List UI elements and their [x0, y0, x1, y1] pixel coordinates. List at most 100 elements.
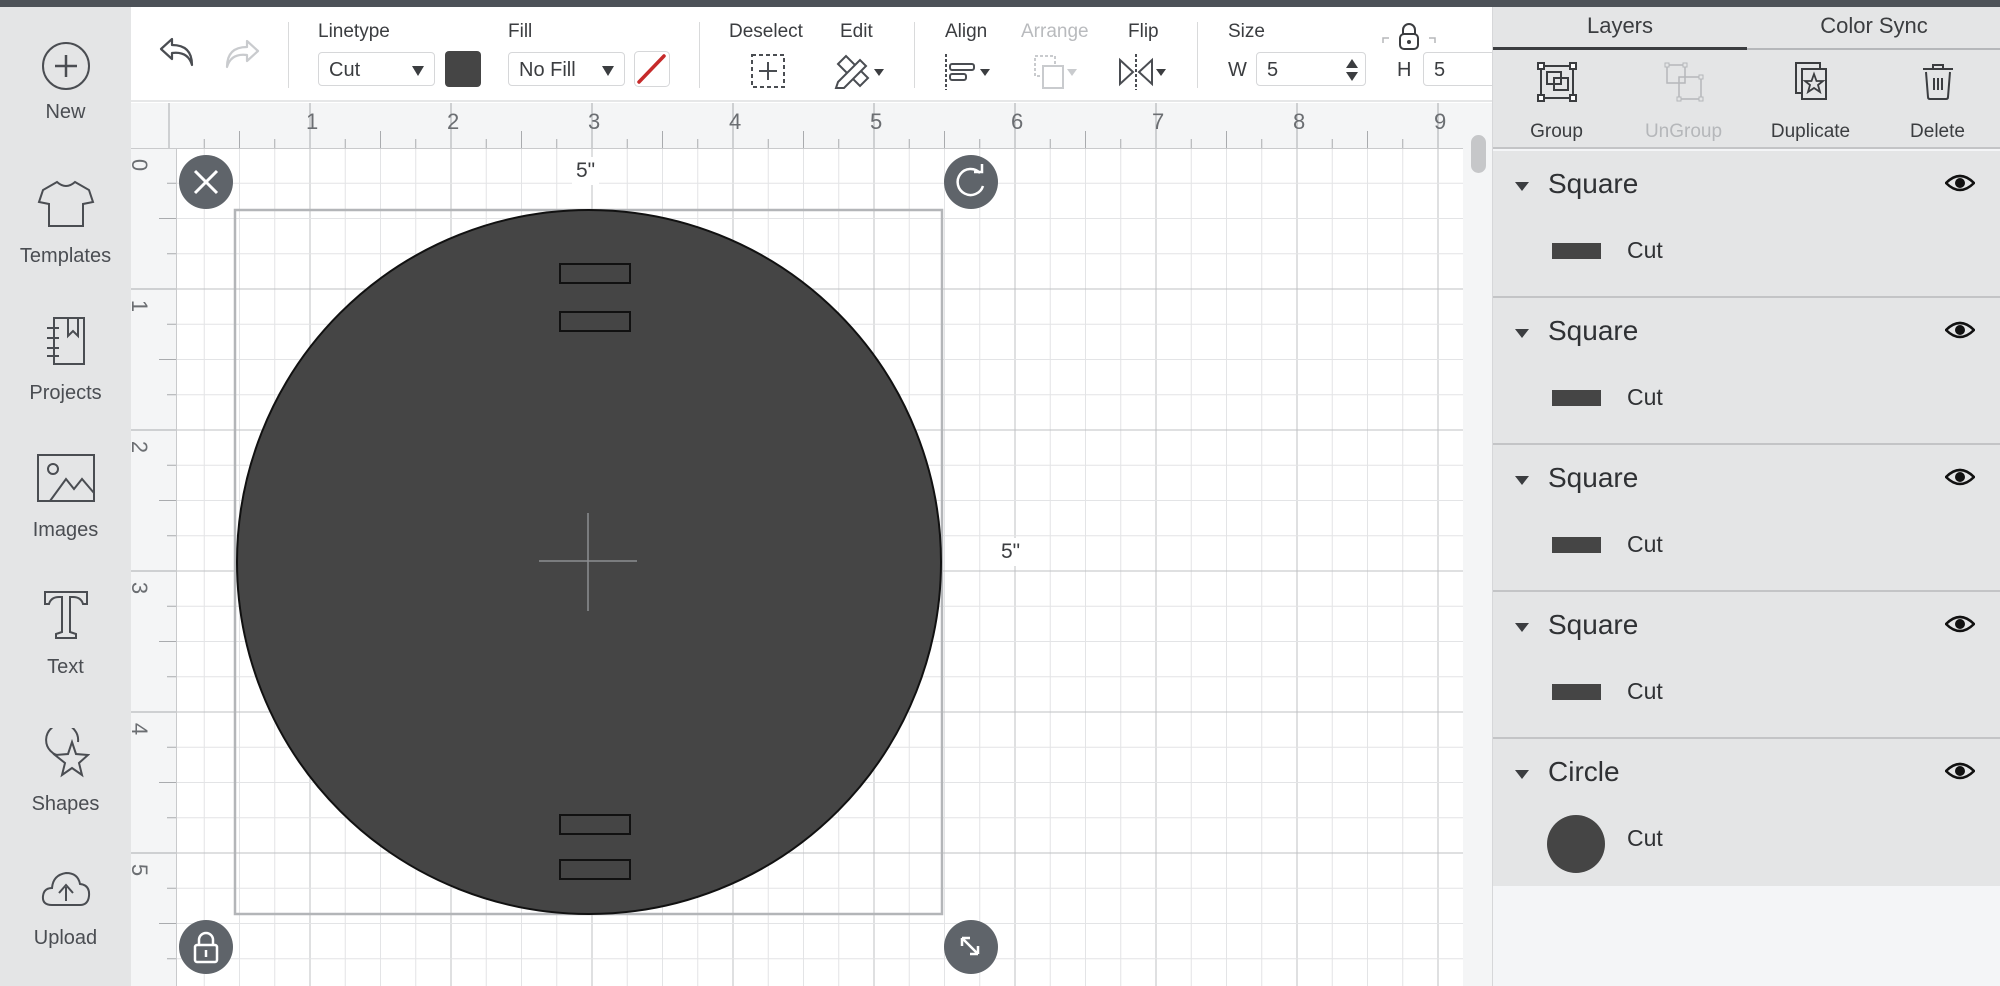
- layer-thumbnail: [1552, 243, 1601, 259]
- sidebar-item-label: Shapes: [31, 793, 100, 815]
- group-button[interactable]: Group: [1493, 57, 1620, 147]
- delete-label: Delete: [1910, 121, 1965, 142]
- layer-item[interactable]: Square Cut: [1493, 445, 2000, 592]
- left-sidebar: New Templates Projects Images Text Shape…: [0, 7, 131, 986]
- eye-icon[interactable]: [1945, 320, 1975, 340]
- sidebar-item-upload[interactable]: Upload: [0, 829, 131, 966]
- eye-icon[interactable]: [1945, 761, 1975, 781]
- chevron-down-icon[interactable]: [1515, 770, 1529, 779]
- sidebar-item-label: New: [45, 101, 86, 123]
- toolbar-divider: [914, 22, 915, 88]
- ruler-tick-label: 0: [131, 159, 152, 171]
- cloud-upload-icon: [41, 871, 90, 906]
- shapes-icon: [44, 728, 90, 778]
- chevron-down-icon: [412, 66, 424, 76]
- edit-ruler-pencil-icon[interactable]: [832, 52, 888, 90]
- redo-icon[interactable]: [221, 37, 261, 71]
- layer-thumbnail: [1552, 537, 1601, 553]
- sidebar-item-label: Projects: [29, 382, 102, 404]
- width-input[interactable]: 5: [1256, 52, 1366, 86]
- canvas-scrollbar-track[interactable]: [1463, 103, 1492, 986]
- width-label: W: [1228, 59, 1247, 81]
- flip-icon[interactable]: [1116, 52, 1172, 92]
- ruler-vertical-ticks: [131, 182, 176, 960]
- flip-label: Flip: [1128, 21, 1159, 42]
- delete-handle[interactable]: [179, 155, 233, 209]
- ruler-tick-label: 6: [1011, 109, 1024, 134]
- tab-label: Color Sync: [1820, 13, 1928, 38]
- duplicate-button[interactable]: Duplicate: [1747, 57, 1874, 147]
- align-left-icon[interactable]: [943, 52, 995, 92]
- eye-icon[interactable]: [1945, 173, 1975, 193]
- canvas-scrollbar-thumb[interactable]: [1471, 135, 1486, 173]
- fill-value: No Fill: [519, 59, 576, 81]
- layer-item[interactable]: Circle Cut: [1493, 739, 2000, 886]
- layers-panel-header: Layers Color Sync Group UnGroup Duplicat…: [1493, 7, 2000, 149]
- layer-item[interactable]: Square Cut: [1493, 298, 2000, 445]
- image-icon: [36, 454, 95, 502]
- delete-button[interactable]: Delete: [1874, 57, 2000, 147]
- undo-icon[interactable]: [158, 35, 198, 69]
- chevron-down-icon[interactable]: [1515, 476, 1529, 485]
- sidebar-item-label: Upload: [33, 927, 98, 949]
- toolbar: Linetype Cut Fill No Fill Deselect Edit …: [131, 7, 1513, 102]
- ruler-tick-label: 3: [588, 109, 601, 134]
- layer-thumbnail: [1547, 815, 1605, 873]
- eye-icon[interactable]: [1945, 614, 1975, 634]
- sidebar-item-shapes[interactable]: Shapes: [0, 692, 131, 829]
- toolbar-divider: [699, 22, 700, 88]
- ungroup-button[interactable]: UnGroup: [1620, 57, 1747, 147]
- no-fill-swatch-icon[interactable]: [634, 51, 670, 87]
- sidebar-item-label: Images: [32, 519, 99, 541]
- layer-item[interactable]: Square Cut: [1493, 151, 2000, 298]
- stepper-icon[interactable]: [1345, 57, 1359, 83]
- eye-icon[interactable]: [1945, 467, 1975, 487]
- fill-label: Fill: [508, 21, 533, 42]
- linetype-select[interactable]: Cut: [318, 52, 435, 86]
- duplicate-label: Duplicate: [1770, 121, 1851, 142]
- layer-type: Cut: [1627, 384, 1663, 410]
- ungroup-icon: [1664, 62, 1703, 102]
- lock-handle[interactable]: [179, 920, 233, 974]
- selection-layer: [233, 208, 944, 916]
- ruler-tick-label: 5: [131, 864, 152, 876]
- circle-shape[interactable]: [236, 209, 942, 915]
- arrange-label: Arrange: [1021, 21, 1089, 42]
- chevron-down-icon[interactable]: [1515, 182, 1529, 191]
- width-dimension-label: 5": [572, 157, 600, 185]
- tab-color-sync[interactable]: Color Sync: [1747, 7, 2000, 50]
- rotate-icon: [956, 164, 985, 197]
- ruler-vertical: 0 1 2 3 4 5: [131, 149, 177, 986]
- chevron-down-icon: [602, 66, 614, 76]
- sidebar-item-new[interactable]: New: [0, 7, 131, 144]
- toolbar-divider: [1197, 22, 1198, 88]
- sidebar-item-images[interactable]: Images: [0, 418, 131, 555]
- design-canvas[interactable]: 5" 5": [177, 149, 1463, 986]
- layer-name: Circle: [1548, 756, 1620, 787]
- layer-type: Cut: [1627, 678, 1663, 704]
- linetype-label: Linetype: [318, 21, 390, 42]
- width-value: 5: [1267, 59, 1279, 81]
- linetype-color-swatch[interactable]: [445, 51, 481, 87]
- resize-icon: [960, 936, 980, 956]
- resize-handle[interactable]: [944, 920, 998, 974]
- chevron-down-icon[interactable]: [1515, 623, 1529, 632]
- sidebar-item-text[interactable]: Text: [0, 555, 131, 692]
- sidebar-item-label: Text: [47, 656, 84, 678]
- duplicate-icon: [1794, 62, 1827, 100]
- ruler-horizontal-ticks: [168, 103, 1439, 148]
- deselect-icon[interactable]: [749, 52, 787, 90]
- linetype-value: Cut: [329, 59, 361, 81]
- tab-layers[interactable]: Layers: [1493, 7, 1747, 50]
- ruler-tick-label: 2: [447, 109, 460, 134]
- layer-name: Square: [1548, 462, 1639, 493]
- ruler-tick-label: 4: [729, 109, 742, 134]
- ruler-tick-label: 8: [1293, 109, 1306, 134]
- chevron-down-icon[interactable]: [1515, 329, 1529, 338]
- layer-item[interactable]: Square Cut: [1493, 592, 2000, 739]
- sidebar-item-projects[interactable]: Projects: [0, 281, 131, 418]
- sidebar-item-templates[interactable]: Templates: [0, 144, 131, 281]
- fill-select[interactable]: No Fill: [508, 52, 625, 86]
- arrange-icon[interactable]: [1031, 52, 1083, 94]
- rotate-handle[interactable]: [944, 155, 998, 209]
